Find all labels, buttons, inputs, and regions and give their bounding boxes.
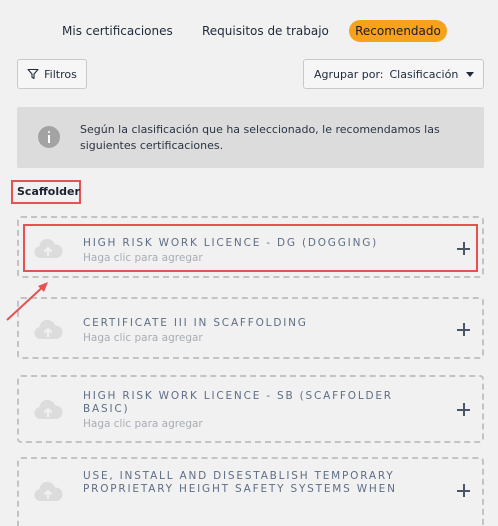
certification-subtitle: Haga clic para agregar xyxy=(83,418,203,430)
tab-mis-certificaciones[interactable]: Mis certificaciones xyxy=(62,20,173,42)
info-icon xyxy=(38,126,60,148)
certification-title: CERTIFICATE III IN SCAFFOLDING xyxy=(83,317,308,329)
plus-icon[interactable] xyxy=(457,323,470,336)
info-banner: Según la clasificación que ha selecciona… xyxy=(17,107,484,168)
filter-icon xyxy=(27,68,39,80)
plus-icon[interactable] xyxy=(457,484,470,497)
tab-bar: Mis certificaciones Requisitos de trabaj… xyxy=(0,20,498,44)
plus-icon[interactable] xyxy=(457,242,470,255)
certification-card[interactable]: CERTIFICATE III IN SCAFFOLDING Haga clic… xyxy=(17,297,484,359)
tab-requisitos-de-trabajo[interactable]: Requisitos de trabajo xyxy=(202,20,329,42)
certification-title: USE, INSTALL AND DISESTABLISH TEMPORARY … xyxy=(83,470,397,495)
tab-recomendado[interactable]: Recomendado xyxy=(349,20,447,42)
certification-title: HIGH RISK WORK LICENCE - DG (DOGGING) xyxy=(83,237,379,249)
filter-button[interactable]: Filtros xyxy=(17,59,87,89)
info-text: Según la clasificación que ha selecciona… xyxy=(80,123,440,152)
group-by-label: Agrupar por: xyxy=(314,67,384,81)
certification-subtitle: Haga clic para agregar xyxy=(83,252,203,264)
caret-down-icon xyxy=(466,72,474,77)
cloud-upload-icon xyxy=(34,399,63,419)
certification-subtitle: Haga clic para agregar xyxy=(83,332,203,344)
group-by-select[interactable]: Agrupar por: Clasificación xyxy=(303,59,484,89)
certification-card[interactable]: HIGH RISK WORK LICENCE - SB (SCAFFOLDER … xyxy=(17,375,484,443)
section-title-scaffolder: Scaffolder xyxy=(11,180,81,204)
arrow-annotation xyxy=(6,282,48,321)
certification-card[interactable]: USE, INSTALL AND DISESTABLISH TEMPORARY … xyxy=(17,457,484,526)
cloud-upload-icon xyxy=(34,481,63,501)
certification-title: HIGH RISK WORK LICENCE - SB (SCAFFOLDER … xyxy=(83,390,393,415)
group-by-value: Clasificación xyxy=(389,67,459,81)
plus-icon[interactable] xyxy=(457,403,470,416)
cloud-upload-icon xyxy=(34,238,63,258)
certification-card[interactable]: HIGH RISK WORK LICENCE - DG (DOGGING) Ha… xyxy=(17,216,484,278)
filter-button-label: Filtros xyxy=(44,67,77,81)
